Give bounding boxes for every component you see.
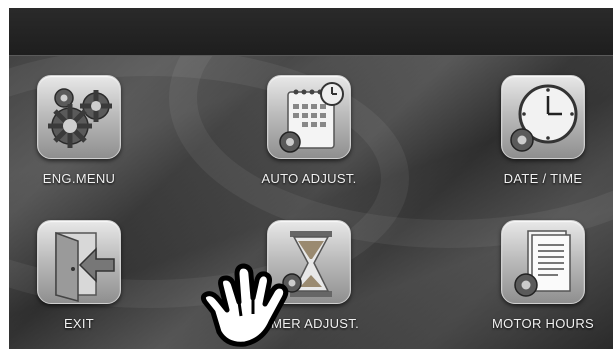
clock-icon bbox=[501, 75, 585, 159]
auto-adjust-tile[interactable]: AUTO ADJUST. bbox=[239, 75, 379, 195]
top-bar bbox=[9, 8, 613, 56]
motor-hours-tile[interactable]: MOTOR HOURS bbox=[473, 220, 613, 340]
motor-hours-label: MOTOR HOURS bbox=[491, 316, 594, 331]
hand-pointer-icon bbox=[195, 250, 315, 349]
exit-label: EXIT bbox=[63, 316, 95, 331]
document-gear-icon bbox=[501, 220, 585, 304]
exit-door-icon bbox=[37, 220, 121, 304]
eng-menu-tile[interactable]: ENG.MENU bbox=[9, 75, 149, 195]
date-time-tile[interactable]: DATE / TIME bbox=[473, 75, 613, 195]
eng-menu-label: ENG.MENU bbox=[42, 171, 116, 186]
calendar-clock-icon bbox=[267, 75, 351, 159]
auto-adjust-label: AUTO ADJUST. bbox=[261, 171, 357, 186]
gears-icon bbox=[37, 75, 121, 159]
date-time-label: DATE / TIME bbox=[503, 171, 583, 186]
device-frame: ENG.MENU AUTO ADJUST. DATE / TIME EXIT T… bbox=[0, 0, 613, 349]
exit-tile[interactable]: EXIT bbox=[9, 220, 149, 340]
